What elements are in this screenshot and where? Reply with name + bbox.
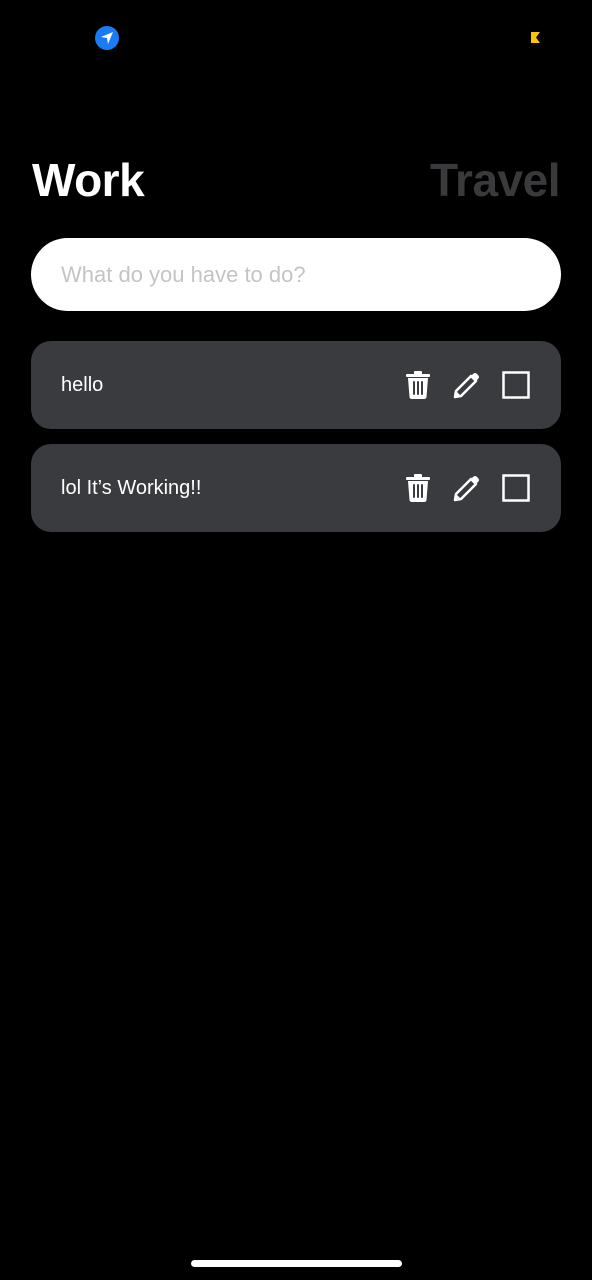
todo-input[interactable]	[31, 238, 561, 311]
complete-checkbox[interactable]	[501, 370, 531, 400]
home-indicator[interactable]	[191, 1260, 402, 1267]
todo-item: hello	[31, 341, 561, 429]
location-arrow-icon	[95, 26, 119, 50]
checkbox-icon	[502, 371, 530, 399]
edit-button[interactable]	[452, 473, 482, 503]
delete-button[interactable]	[403, 473, 433, 503]
complete-checkbox[interactable]	[501, 473, 531, 503]
checkbox-icon	[502, 474, 530, 502]
trash-icon	[406, 474, 430, 502]
tab-travel[interactable]: Travel	[430, 152, 561, 208]
edit-button[interactable]	[452, 370, 482, 400]
todo-item: lol It’s Working!!	[31, 444, 561, 532]
tab-work[interactable]: Work	[32, 152, 145, 208]
todo-text: hello	[61, 373, 104, 396]
battery-indicator-icon	[529, 31, 541, 44]
delete-button[interactable]	[403, 370, 433, 400]
todo-actions	[403, 341, 531, 429]
trash-icon	[406, 371, 430, 399]
todo-text: lol It’s Working!!	[61, 476, 202, 499]
pencil-icon	[453, 373, 479, 399]
tab-header: Work Travel	[32, 152, 561, 212]
pencil-icon	[453, 476, 479, 502]
todo-list: hello lol It’s Working!!	[31, 341, 561, 547]
todo-actions	[403, 444, 531, 532]
status-bar	[0, 0, 592, 80]
